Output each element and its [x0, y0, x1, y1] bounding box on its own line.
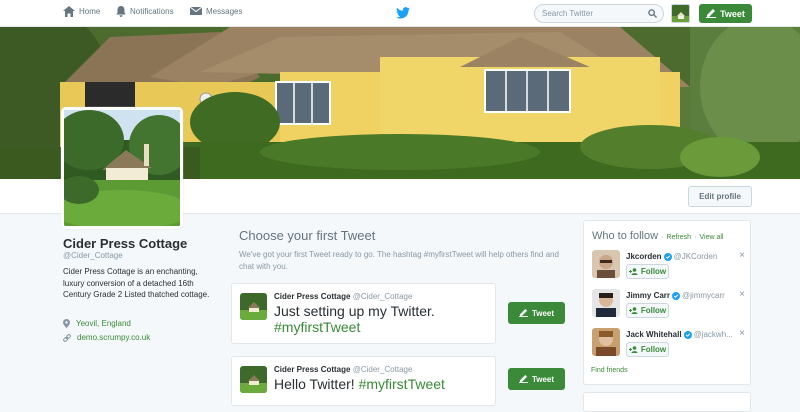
suggestion-avatar[interactable]: [592, 328, 620, 356]
send-tweet-button[interactable]: Tweet: [508, 302, 565, 324]
suggestion-name[interactable]: Jkcorden @JKCorden: [626, 252, 717, 261]
card-author-handle: @Cider_Cottage: [352, 292, 413, 301]
profile-location: Yeovil, England: [63, 319, 131, 328]
compose-icon: [519, 375, 528, 383]
follow-button[interactable]: Follow: [626, 264, 669, 279]
separator-dot: ·: [694, 234, 697, 241]
suggestion-handle: @jimmycarr: [682, 291, 725, 300]
card-author-handle: @Cider_Cottage: [352, 365, 413, 374]
suggestion-display-name[interactable]: Jimmy Carr: [626, 291, 670, 300]
dismiss-icon[interactable]: ×: [739, 328, 745, 339]
suggestion-avatar[interactable]: [592, 289, 620, 317]
follow-suggestion: Jack Whitehall @jackwh... Follow ×: [592, 328, 747, 368]
send-tweet-label: Tweet: [531, 308, 555, 318]
search-icon[interactable]: [648, 9, 657, 18]
suggestion-name[interactable]: Jack Whitehall @jackwh...: [626, 330, 733, 339]
follow-user-icon: [628, 307, 638, 314]
suggestion-handle: @jackwh...: [693, 330, 733, 339]
who-to-follow-title: Who to follow: [592, 230, 659, 242]
compose-tweet-label: Tweet: [720, 8, 745, 19]
card-tweet-text: Hello Twitter! #myfirstTweet: [274, 376, 494, 392]
suggestion-handle: @JKCorden: [673, 252, 718, 261]
card-text-body: Hello Twitter!: [274, 376, 355, 392]
compose-tweet-button[interactable]: Tweet: [699, 4, 752, 23]
suggestion-name[interactable]: Jimmy Carr @jimmycarr: [626, 291, 725, 300]
nav-messages[interactable]: Messages: [190, 6, 242, 16]
first-tweet-title: Choose your first Tweet: [239, 228, 376, 243]
dismiss-icon[interactable]: ×: [739, 289, 745, 300]
follow-suggestion: Jkcorden @JKCorden Follow ×: [592, 250, 747, 290]
follow-user-icon: [628, 346, 638, 353]
profile-handle: @Cider_Cottage: [63, 251, 123, 260]
nav-messages-label: Messages: [206, 6, 243, 16]
view-all-link[interactable]: View all: [699, 234, 723, 241]
card-hashtag[interactable]: #myfirstTweet: [359, 376, 445, 392]
first-tweet-description: We've got your first Tweet ready to go. …: [239, 250, 559, 271]
location-pin-icon: [63, 319, 70, 328]
profile-avatar[interactable]: [61, 107, 183, 229]
card-author: Cider Press Cottage @Cider_Cottage: [274, 292, 412, 301]
follow-button[interactable]: Follow: [626, 303, 669, 318]
follow-button-label: Follow: [640, 345, 667, 354]
verified-badge-icon: [663, 252, 672, 261]
find-friends-link[interactable]: Find friends: [591, 367, 628, 374]
follow-user-icon: [628, 268, 638, 275]
who-to-follow-header: Who to follow · Refresh · View all: [592, 230, 723, 242]
user-avatar[interactable]: [671, 4, 690, 23]
top-navigation-bar: Home Notifications Messages Search Twitt…: [0, 0, 800, 27]
tweet-suggestion-card[interactable]: Cider Press Cottage @Cider_Cottage Hello…: [231, 356, 496, 406]
suggestion-display-name[interactable]: Jkcorden: [626, 252, 662, 261]
nav-notifications-label: Notifications: [130, 7, 174, 16]
nav-notifications[interactable]: Notifications: [116, 6, 174, 17]
card-author: Cider Press Cottage @Cider_Cottage: [274, 365, 412, 374]
separator-dot: ·: [661, 234, 664, 241]
home-icon: [63, 6, 75, 17]
search-placeholder: Search Twitter: [542, 9, 593, 18]
card-avatar: [240, 366, 267, 393]
card-hashtag[interactable]: #myfirstTweet: [274, 319, 360, 335]
tweet-suggestion-card[interactable]: Cider Press Cottage @Cider_Cottage Just …: [231, 283, 496, 344]
profile-url-text[interactable]: demo.scrumpy.co.uk: [77, 333, 150, 342]
compose-icon: [706, 9, 717, 18]
bell-icon: [116, 6, 126, 17]
send-tweet-button[interactable]: Tweet: [508, 368, 565, 390]
card-tweet-text: Just setting up my Twitter. #myfirstTwee…: [274, 303, 494, 335]
card-text-body: Just setting up my Twitter.: [274, 303, 435, 319]
suggestion-avatar[interactable]: [592, 250, 620, 278]
profile-location-text: Yeovil, England: [76, 319, 131, 328]
profile-url[interactable]: demo.scrumpy.co.uk: [63, 333, 150, 342]
refresh-link[interactable]: Refresh: [667, 234, 692, 241]
follow-button-label: Follow: [640, 306, 667, 315]
nav-home-label: Home: [79, 7, 101, 16]
suggestion-display-name[interactable]: Jack Whitehall: [626, 330, 682, 339]
verified-badge-icon: [683, 330, 692, 339]
verified-badge-icon: [672, 291, 681, 300]
card-author-name: Cider Press Cottage: [274, 365, 351, 374]
search-input[interactable]: Search Twitter: [534, 4, 664, 23]
profile-name: Cider Press Cottage: [63, 236, 188, 251]
twitter-bird-icon[interactable]: [396, 7, 410, 22]
compose-icon: [519, 309, 528, 317]
secondary-panel: [583, 392, 751, 412]
card-avatar: [240, 293, 267, 320]
follow-button[interactable]: Follow: [626, 342, 669, 357]
envelope-icon: [190, 6, 202, 15]
profile-bio: Cider Press Cottage is an enchanting, lu…: [63, 267, 210, 299]
who-to-follow-panel: Who to follow · Refresh · View all Jkcor…: [583, 220, 751, 385]
link-icon: [63, 333, 71, 342]
edit-profile-button[interactable]: Edit profile: [688, 186, 752, 207]
nav-home[interactable]: Home: [63, 6, 100, 17]
follow-button-label: Follow: [640, 267, 667, 276]
dismiss-icon[interactable]: ×: [739, 250, 745, 261]
follow-suggestion: Jimmy Carr @jimmycarr Follow ×: [592, 289, 747, 329]
send-tweet-label: Tweet: [531, 374, 555, 384]
card-author-name: Cider Press Cottage: [274, 292, 351, 301]
